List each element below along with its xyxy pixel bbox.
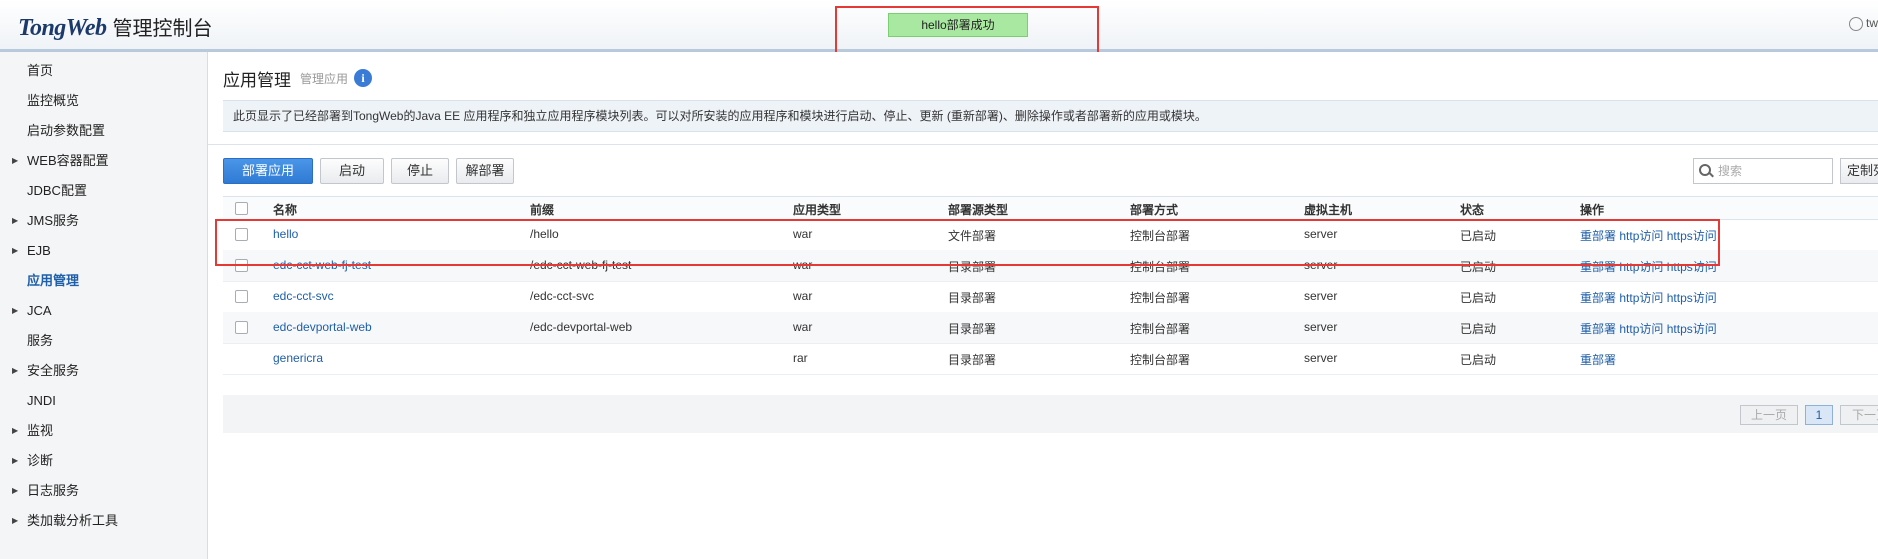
- expand-arrow-icon: ▶: [12, 486, 19, 495]
- sidebar-item-log-service[interactable]: ▶ 日志服务: [0, 476, 207, 506]
- sidebar-item-jndi[interactable]: JNDI: [0, 386, 207, 416]
- col-header-app-type[interactable]: 应用类型: [793, 201, 841, 218]
- app-type: rar: [793, 351, 808, 365]
- app-prefix: /edc-cct-svc: [530, 289, 595, 303]
- row-checkbox[interactable]: [235, 321, 248, 334]
- https-access-link[interactable]: https访问: [1667, 322, 1717, 336]
- source-type: 目录部署: [948, 291, 997, 305]
- app-status: 已启动: [1460, 322, 1497, 336]
- row-actions: 重部署: [1580, 351, 1616, 368]
- expand-arrow-icon: ▶: [12, 516, 19, 525]
- row-highlight-box: [215, 219, 1720, 266]
- current-page-button[interactable]: 1: [1805, 405, 1833, 425]
- next-page-button[interactable]: 下一页: [1840, 405, 1878, 425]
- row-checkbox[interactable]: [235, 290, 248, 303]
- http-access-link[interactable]: http访问: [1619, 291, 1663, 305]
- search-input[interactable]: [1718, 162, 1826, 180]
- expand-arrow-icon: ▶: [12, 156, 19, 165]
- col-header-source-type[interactable]: 部署源类型: [948, 201, 1008, 218]
- redeploy-link[interactable]: 重部署: [1580, 353, 1616, 367]
- col-header-actions: 操作: [1580, 203, 1605, 217]
- col-header-name[interactable]: 名称: [273, 201, 297, 218]
- redeploy-link[interactable]: 重部署: [1580, 291, 1616, 305]
- app-prefix: /edc-devportal-web: [530, 320, 633, 334]
- customize-columns-button[interactable]: 定制列: [1840, 158, 1878, 184]
- virtual-host: server: [1304, 289, 1338, 303]
- start-button[interactable]: 启动: [320, 158, 384, 184]
- sidebar-item-jca[interactable]: ▶ JCA: [0, 296, 207, 326]
- app-name-link[interactable]: edc-devportal-web: [273, 320, 372, 334]
- sidebar-item-jms[interactable]: ▶ JMS服务: [0, 206, 207, 236]
- https-access-link[interactable]: https访问: [1667, 291, 1717, 305]
- deploy-method: 控制台部署: [1130, 322, 1191, 336]
- col-header-virtual-host[interactable]: 虚拟主机: [1304, 201, 1352, 218]
- sidebar-item-home[interactable]: 首页: [0, 56, 207, 86]
- prev-page-button[interactable]: 上一页: [1740, 405, 1798, 425]
- sidebar-item-security[interactable]: ▶ 安全服务: [0, 356, 207, 386]
- page-description: 此页显示了已经部署到TongWeb的Java EE 应用程序和独立应用程序模块列…: [223, 100, 1878, 132]
- section-divider: [208, 144, 1878, 145]
- expand-arrow-icon: ▶: [12, 366, 19, 375]
- info-icon[interactable]: i: [354, 69, 372, 87]
- sidebar-item-monitor-overview[interactable]: 监控概览: [0, 86, 207, 116]
- app-name-link[interactable]: genericra: [273, 351, 323, 365]
- table-row: edc-cct-svc /edc-cct-svc war 目录部署 控制台部署 …: [223, 281, 1878, 313]
- page-subtitle: 管理应用: [300, 72, 349, 86]
- app-type: war: [793, 289, 813, 303]
- user-name: tw: [1866, 16, 1878, 30]
- main-content: 应用管理 管理应用 i 此页显示了已经部署到TongWeb的Java EE 应用…: [208, 52, 1878, 559]
- sidebar-item-diagnostics[interactable]: ▶ 诊断: [0, 446, 207, 476]
- sidebar-item-web-container[interactable]: ▶ WEB容器配置: [0, 146, 207, 176]
- app-status: 已启动: [1460, 353, 1497, 367]
- select-all-checkbox[interactable]: [235, 202, 248, 215]
- redeploy-link[interactable]: 重部署: [1580, 322, 1616, 336]
- expand-arrow-icon: ▶: [12, 306, 19, 315]
- pagination-bar: 上一页 1 下一页: [223, 395, 1878, 433]
- sidebar-item-ejb[interactable]: ▶ EJB: [0, 236, 207, 266]
- app-type: war: [793, 320, 813, 334]
- sidebar-item-jdbc[interactable]: JDBC配置: [0, 176, 207, 206]
- search-icon: [1699, 164, 1711, 176]
- user-icon: [1849, 16, 1863, 31]
- page-title: 应用管理: [223, 71, 291, 90]
- expand-arrow-icon: ▶: [12, 426, 19, 435]
- deploy-method: 控制台部署: [1130, 353, 1191, 367]
- search-box: [1693, 158, 1833, 184]
- sidebar-item-classloader-tool[interactable]: ▶ 类加载分析工具: [0, 506, 207, 536]
- virtual-host: server: [1304, 351, 1338, 365]
- table-row: genericra rar 目录部署 控制台部署 server 已启动 重部署: [223, 343, 1878, 375]
- sidebar-nav: 首页 监控概览 启动参数配置 ▶ WEB容器配置 JDBC配置 ▶ JMS服务 ▶ E…: [0, 52, 208, 559]
- logo-subtitle: 管理控制台: [112, 16, 213, 40]
- source-type: 目录部署: [948, 322, 997, 336]
- sidebar-item-monitoring[interactable]: ▶ 监视: [0, 416, 207, 446]
- app-status: 已启动: [1460, 291, 1497, 305]
- col-header-deploy-method[interactable]: 部署方式: [1130, 201, 1178, 218]
- table-header: 名称 前缀 应用类型 部署源类型 部署方式 虚拟主机 状态 操作: [223, 196, 1878, 220]
- sidebar-item-app-management[interactable]: 应用管理: [0, 266, 207, 296]
- expand-arrow-icon: ▶: [12, 456, 19, 465]
- logo-brand: TongWeb: [18, 15, 107, 41]
- app-name-link[interactable]: edc-cct-svc: [273, 289, 334, 303]
- expand-arrow-icon: ▶: [12, 246, 19, 255]
- col-header-status[interactable]: 状态: [1460, 201, 1484, 218]
- row-actions: 重部署 http访问 https访问: [1580, 320, 1717, 337]
- tongweb-logo: TongWeb 管理控制台: [18, 12, 213, 42]
- table-row: edc-devportal-web /edc-devportal-web war…: [223, 312, 1878, 344]
- col-header-prefix[interactable]: 前缀: [530, 201, 554, 218]
- sidebar-item-services[interactable]: 服务: [0, 326, 207, 356]
- virtual-host: server: [1304, 320, 1338, 334]
- expand-arrow-icon: ▶: [12, 216, 19, 225]
- deploy-method: 控制台部署: [1130, 291, 1191, 305]
- stop-button[interactable]: 停止: [391, 158, 449, 184]
- http-access-link[interactable]: http访问: [1619, 322, 1663, 336]
- undeploy-button[interactable]: 解部署: [456, 158, 514, 184]
- sidebar-item-startup-params[interactable]: 启动参数配置: [0, 116, 207, 146]
- row-actions: 重部署 http访问 https访问: [1580, 289, 1717, 306]
- source-type: 目录部署: [948, 353, 997, 367]
- deploy-app-button[interactable]: 部署应用: [223, 158, 313, 184]
- user-menu[interactable]: tw: [1849, 16, 1878, 31]
